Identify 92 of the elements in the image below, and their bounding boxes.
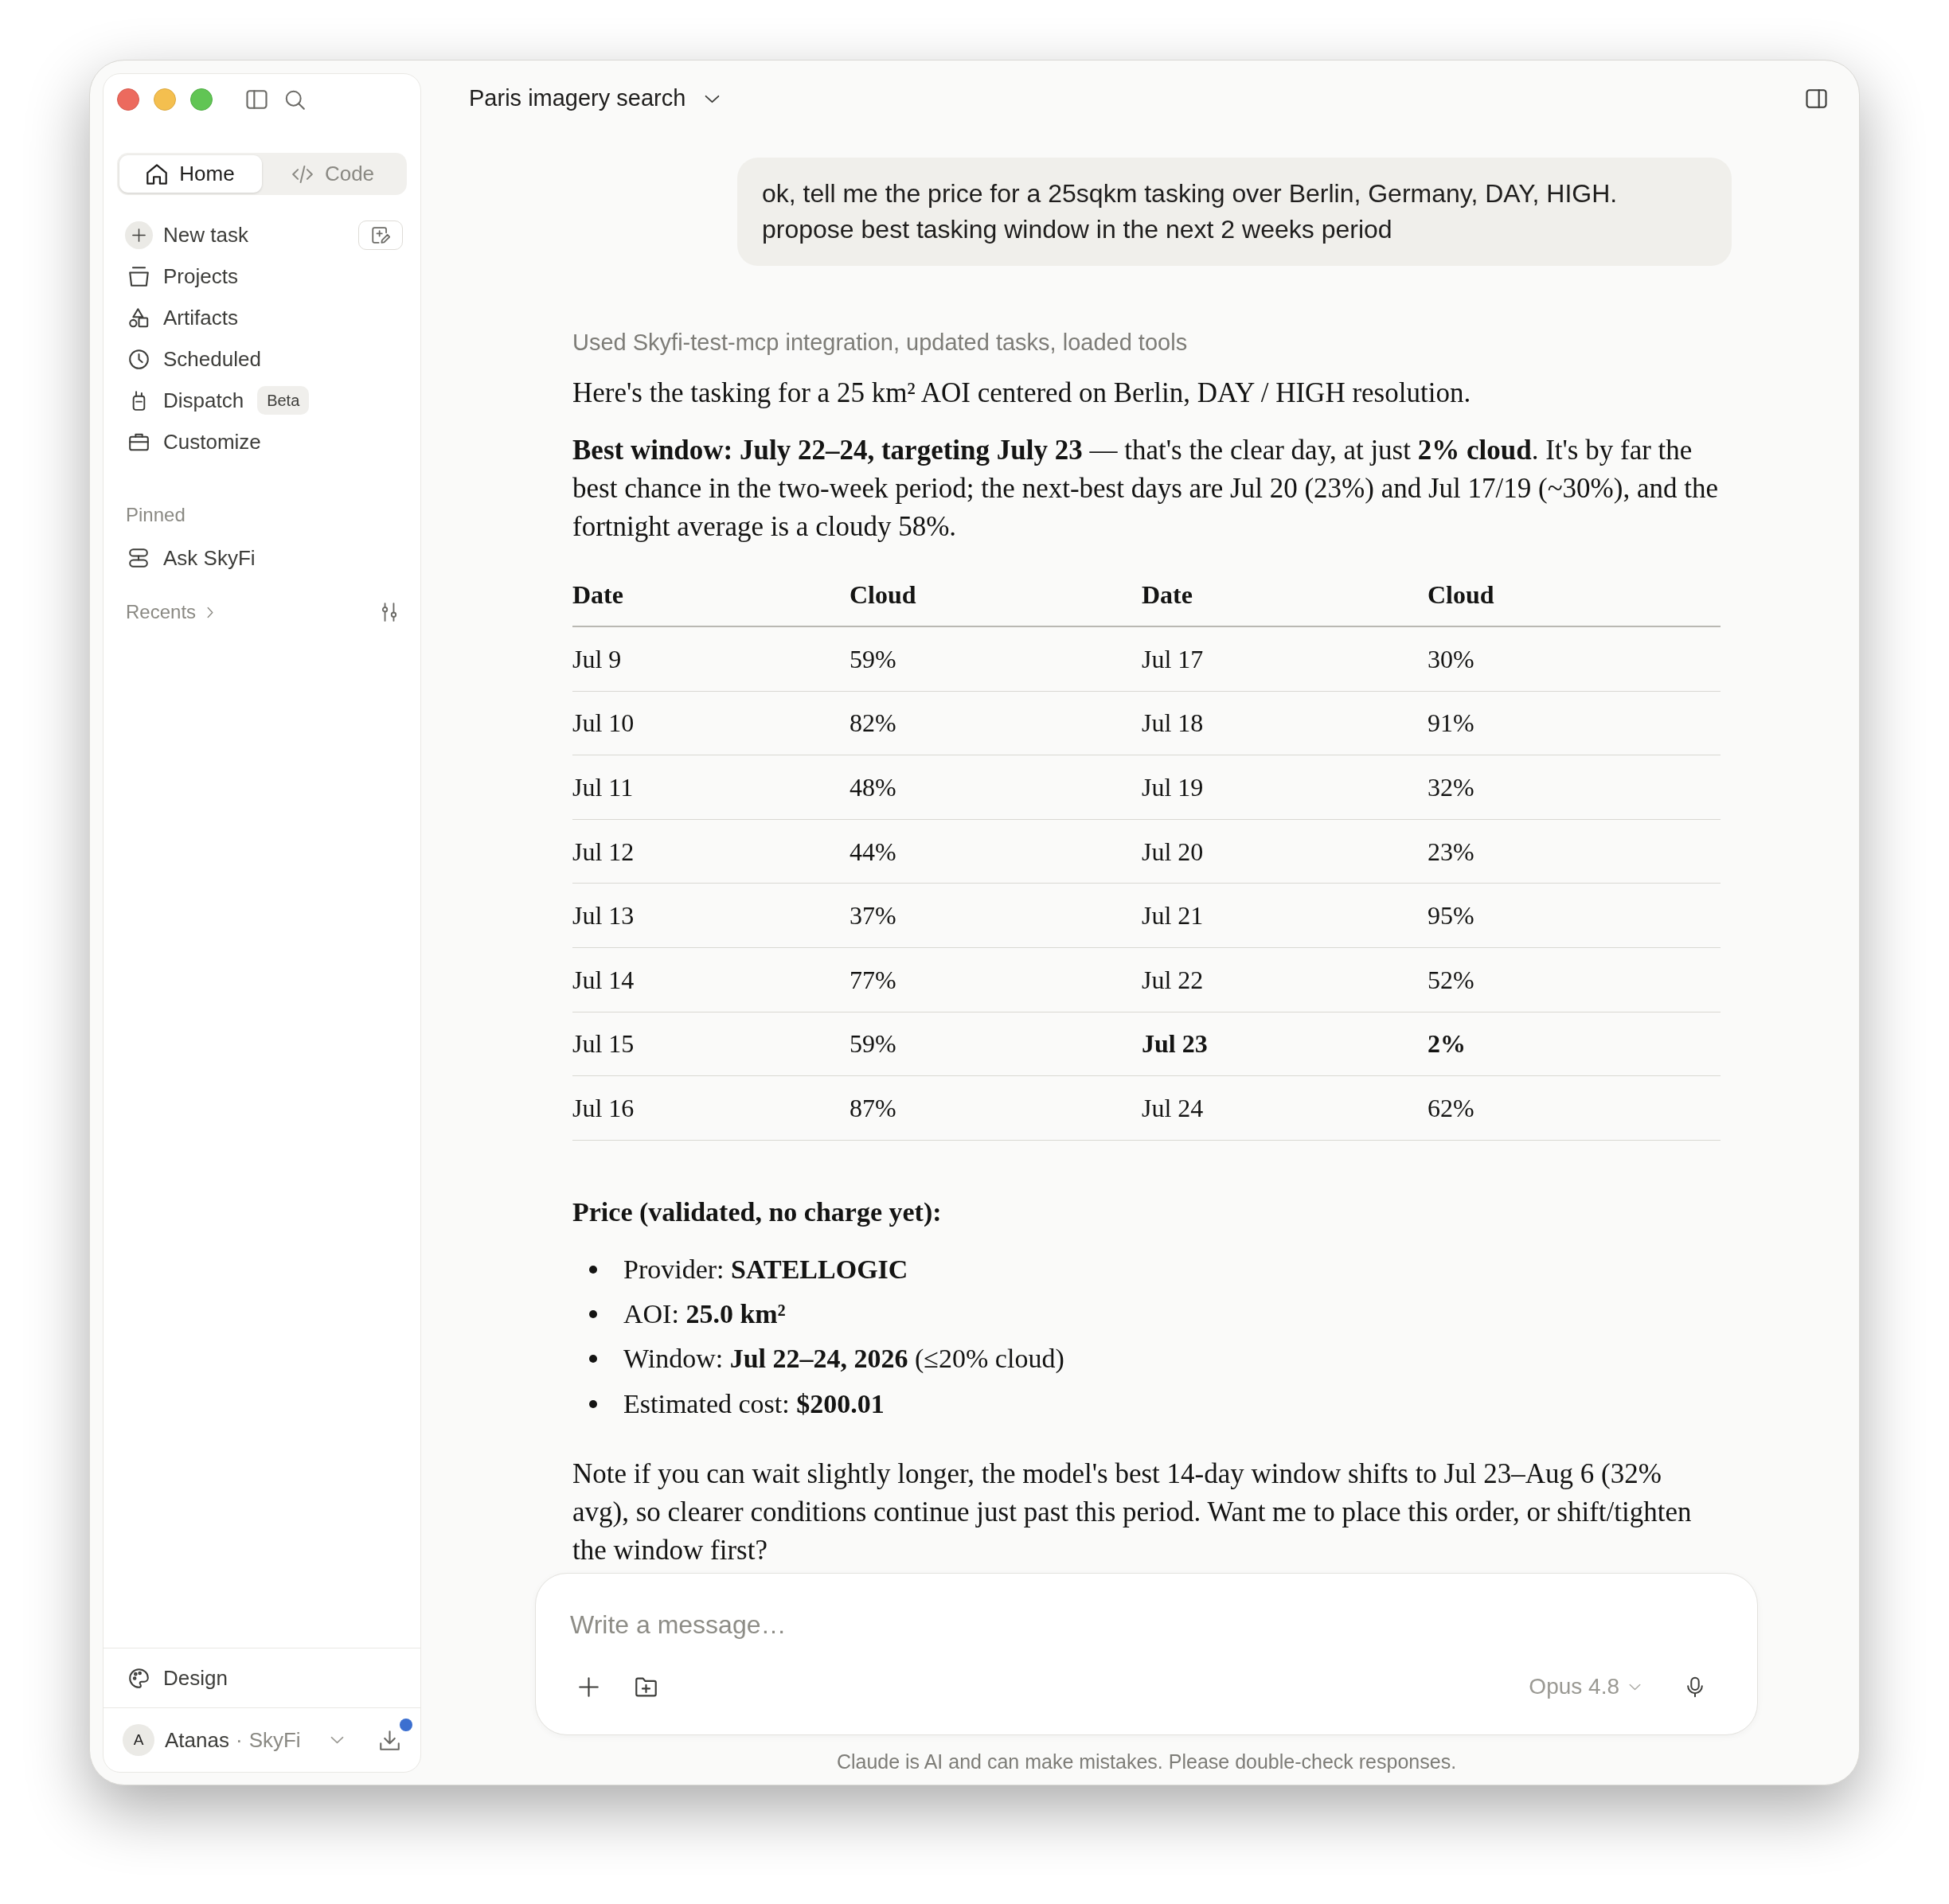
window-maximize-icon[interactable] <box>190 88 213 111</box>
mode-tab[interactable]: Home <box>119 155 262 193</box>
table-cell-text: 37% <box>850 900 896 932</box>
folder-plus-icon[interactable] <box>635 1676 657 1697</box>
chevron-down-icon <box>705 94 721 103</box>
user-avatar: A <box>123 1724 154 1756</box>
bullet-icon <box>589 1310 597 1319</box>
chevron-right-icon <box>207 606 214 618</box>
clock-icon <box>128 349 149 369</box>
sliders-icon[interactable] <box>381 603 397 622</box>
list-item: Estimated cost: $200.01 <box>623 1387 885 1420</box>
list-item: Window: Jul 22–24, 2026 (≤20% cloud) <box>623 1343 1064 1375</box>
column-header: Date <box>1142 579 1193 611</box>
table-cell-text: 87% <box>850 1092 896 1124</box>
home-icon <box>146 163 168 185</box>
tool-use-summary[interactable]: Used Skyfi-test-mcp integration, updated tasks, loaded tools <box>572 328 1188 357</box>
table-cell-text: Jul 15 <box>572 1028 635 1060</box>
message-paragraph: Here's the tasking for a 25 km² AOI centered on Berlin, DAY / HIGH resolution. <box>572 377 1472 410</box>
table-cell-text: Jul 13 <box>572 900 635 932</box>
message-input[interactable]: Write a message… <box>570 1605 1717 1645</box>
list-item: AOI: 25.0 km² <box>623 1298 786 1331</box>
message-paragraph: Note if you can wait slightly longer, the model's best 14-day window shifts to Jul 23–Aug 6 (32% avg), so clearer conditions continue just past this period. Want me to place this order, or shift/tighten the window first? <box>572 1457 1693 1567</box>
table-cell-text: 62% <box>1428 1092 1474 1124</box>
pinned-item[interactable]: Ask SkyFi <box>124 542 256 574</box>
table-cell-text: Jul 14 <box>572 964 635 996</box>
stack-icon <box>129 548 148 568</box>
column-header: Cloud <box>1428 579 1494 611</box>
table-cell-text: 30% <box>1428 643 1474 675</box>
briefcase-icon <box>128 431 149 452</box>
chevron-down-icon <box>1629 1683 1641 1691</box>
beta-tag: Beta <box>257 386 310 415</box>
column-header: Cloud <box>850 579 916 611</box>
search-icon[interactable] <box>285 89 305 110</box>
compose-button[interactable] <box>358 220 403 250</box>
tray-icon <box>128 266 149 287</box>
table-cell-text: 23% <box>1428 836 1474 868</box>
table-cell-text: 44% <box>850 836 896 868</box>
table-cell-text: Jul 20 <box>1142 836 1204 868</box>
table-cell-text: Jul 17 <box>1142 643 1204 675</box>
nav-item[interactable]: Artifacts <box>124 302 238 334</box>
window-close-icon[interactable] <box>117 88 139 111</box>
account-menu[interactable]: A Atanas · SkyFi <box>123 1724 344 1756</box>
nav-item[interactable]: Scheduled <box>124 343 261 375</box>
shapes-icon <box>128 307 149 328</box>
table-cell-text: Jul 9 <box>572 643 622 675</box>
plus-icon[interactable] <box>579 1676 599 1697</box>
table-cell-text: Jul 22 <box>1142 964 1204 996</box>
column-header: Date <box>572 579 623 611</box>
panel-icon[interactable] <box>1806 89 1827 108</box>
table-cell-text: 48% <box>850 772 896 803</box>
table-cell-text: Jul 23 <box>1142 1028 1208 1060</box>
title-dropdown[interactable]: Paris imagery search <box>469 81 721 116</box>
table-cell-text: Jul 16 <box>572 1092 635 1124</box>
panel-icon[interactable] <box>246 90 268 109</box>
table-cell-text: 32% <box>1428 772 1474 803</box>
code-icon <box>291 163 313 185</box>
table-cell-text: 59% <box>850 643 896 675</box>
table-cell-text: 77% <box>850 964 896 996</box>
bullet-icon <box>589 1265 597 1274</box>
plus-icon <box>124 220 153 249</box>
nav-item[interactable]: Dispatch Beta <box>124 384 310 416</box>
table-cell-text: Jul 19 <box>1142 772 1204 803</box>
bullet-icon <box>589 1399 597 1408</box>
nav-item[interactable]: Design <box>124 1662 228 1694</box>
disclaimer-text: Claude is AI and can make mistakes. Please double-check responses. <box>836 1750 1457 1773</box>
table-cell-text: Jul 11 <box>572 772 634 803</box>
bullet-icon <box>589 1355 597 1364</box>
table-cell-text: Jul 12 <box>572 836 635 868</box>
edit-icon <box>371 226 390 244</box>
palette-icon <box>128 1668 149 1688</box>
table-cell-text: Jul 10 <box>572 708 635 739</box>
table-cell-text: Jul 24 <box>1142 1092 1204 1124</box>
message-paragraph: Best window: July 22–24, targeting July 23 — that's the clear day, at just 2% cloud. It's by far the best chance in the two-week period; the next-best days are Jul 20 (23%) and Jul 17/19 (~30%), and the fortnight average is a cloudy 58%. <box>572 434 1719 544</box>
table-cell-text: 59% <box>850 1028 896 1060</box>
microphone-icon[interactable] <box>1687 1676 1703 1698</box>
section-heading: Price (validated, no charge yet): <box>572 1196 942 1228</box>
nav-item[interactable]: New task <box>124 219 248 251</box>
table-cell-text: 82% <box>850 708 896 739</box>
table-cell-text: 91% <box>1428 708 1474 739</box>
recents-link[interactable]: Recents <box>126 598 214 626</box>
section-label: Pinned <box>126 503 186 527</box>
table-cell-text: Jul 18 <box>1142 708 1204 739</box>
chevron-down-icon <box>330 1736 344 1744</box>
download-icon[interactable] <box>380 1730 400 1750</box>
table-cell-text: 2% <box>1428 1028 1466 1060</box>
table-cell-text: Jul 21 <box>1142 900 1204 932</box>
nav-item[interactable]: Projects <box>124 260 238 292</box>
table-cell-text: 95% <box>1428 900 1474 932</box>
list-item: Provider: SATELLOGIC <box>623 1253 908 1286</box>
table-cell-text: 52% <box>1428 964 1474 996</box>
nav-item[interactable]: Customize <box>124 426 261 458</box>
user-message: ok, tell me the price for a 25sqkm tasking over Berlin, Germany, DAY, HIGH. propose best tasking window in the next 2 weeks period <box>737 158 1732 266</box>
